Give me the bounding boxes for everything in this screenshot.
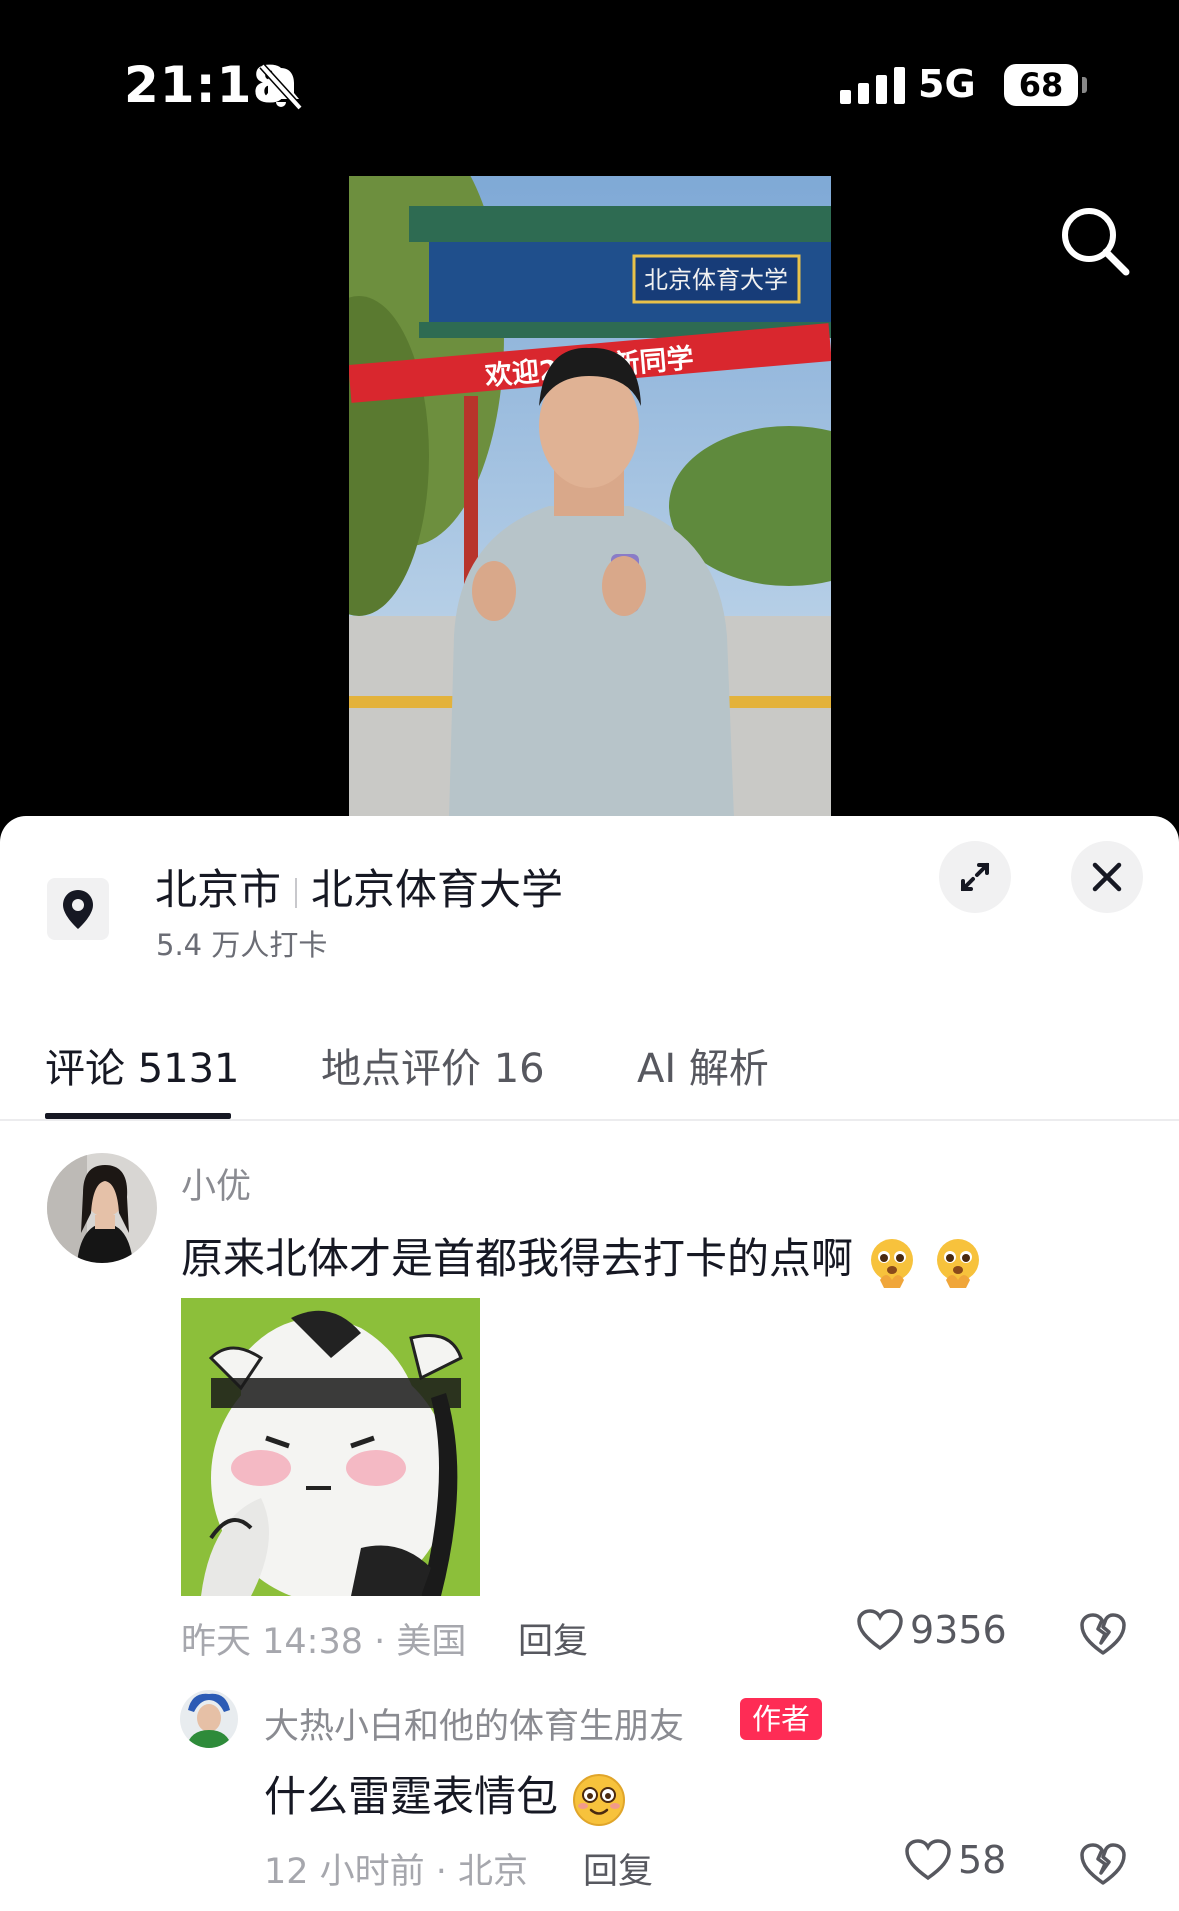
- broken-heart-icon[interactable]: [1079, 1841, 1127, 1887]
- broken-heart-icon[interactable]: [1079, 1611, 1127, 1657]
- avatar[interactable]: [180, 1690, 238, 1748]
- comment-username[interactable]: 大热小白和他的体育生朋友: [264, 1698, 684, 1749]
- place-title[interactable]: 北京市 北京体育大学: [155, 856, 563, 917]
- checkin-count: 5.4 万人打卡: [156, 928, 328, 962]
- video-scene: 北京体育大学 欢迎2 6级新同学: [349, 176, 831, 818]
- signal-icon: [840, 66, 905, 104]
- pleading-hands-emoji: [936, 1238, 979, 1288]
- comment-sticker-image[interactable]: [181, 1298, 480, 1596]
- gate-sign: 北京体育大学: [644, 266, 788, 294]
- battery-tip: [1082, 77, 1087, 93]
- comment-body: 什么雷霆表情包: [264, 1772, 559, 1821]
- comment-meta: 昨天 14:38 · 美国: [181, 1622, 467, 1662]
- tab-comments[interactable]: 评论 5131: [45, 1036, 240, 1094]
- tab-place-reviews[interactable]: 地点评价 16: [321, 1036, 545, 1094]
- reply-button[interactable]: 回复: [583, 1843, 653, 1894]
- comment-username[interactable]: 小优: [181, 1158, 251, 1209]
- like-count: 58: [958, 1838, 1007, 1882]
- tab-divider: [0, 1119, 1179, 1121]
- expand-button[interactable]: [939, 841, 1011, 913]
- heart-icon: [905, 1839, 951, 1881]
- tab-ai-analysis[interactable]: AI 解析: [637, 1036, 769, 1094]
- video-frame[interactable]: 北京体育大学 欢迎2 6级新同学: [349, 176, 831, 818]
- like-button[interactable]: 9356: [856, 1608, 1007, 1652]
- comment-text: 什么雷霆表情包: [264, 1763, 627, 1828]
- flushed-smile-emoji: [573, 1773, 626, 1826]
- bell-off-icon: [259, 63, 303, 110]
- network-label: 5G: [918, 62, 976, 106]
- pleading-hands-emoji: [871, 1238, 914, 1288]
- city-name: 北京市: [155, 865, 282, 914]
- author-badge: 作者: [740, 1698, 823, 1740]
- like-count: 9356: [910, 1608, 1007, 1652]
- location-pin-icon: [47, 878, 109, 940]
- reply-button[interactable]: 回复: [518, 1613, 588, 1664]
- place-name: 北京体育大学: [311, 865, 564, 914]
- search-icon[interactable]: [1058, 204, 1132, 278]
- comment-text: 原来北体才是首都我得去打卡的点啊: [181, 1225, 984, 1288]
- expand-icon: [961, 863, 989, 891]
- close-icon: [1092, 862, 1122, 892]
- comment-body: 原来北体才是首都我得去打卡的点啊: [181, 1234, 854, 1283]
- heart-icon: [857, 1609, 903, 1651]
- like-button[interactable]: 58: [904, 1838, 1006, 1882]
- comment-meta: 12 小时前 · 北京: [264, 1852, 529, 1892]
- avatar[interactable]: [47, 1153, 157, 1263]
- battery-icon: 68: [1004, 64, 1078, 106]
- title-separator: [295, 877, 298, 908]
- close-button[interactable]: [1071, 841, 1143, 913]
